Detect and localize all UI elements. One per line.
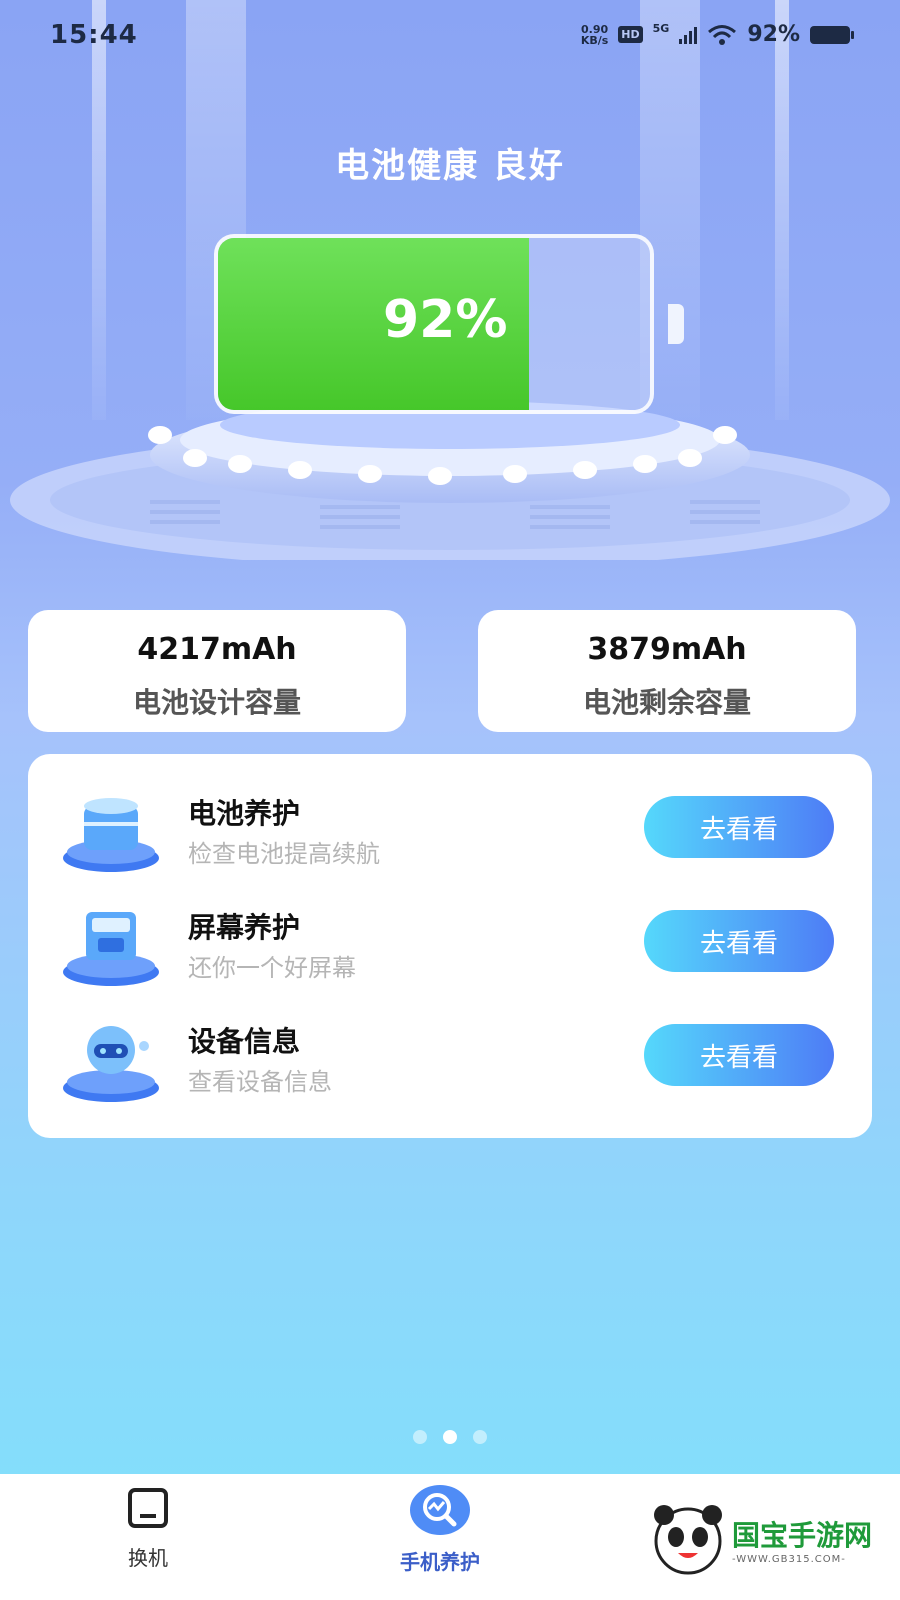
page-dot[interactable]: [413, 1430, 427, 1444]
battery-body: 92%: [214, 234, 654, 414]
network-type: 5G: [652, 22, 670, 35]
page-indicator: [0, 1430, 900, 1444]
battery-terminal: [668, 304, 684, 344]
page-dot[interactable]: [473, 1430, 487, 1444]
tab-label: 换机: [128, 1546, 168, 1570]
function-row-device-info: 设备信息 查看设备信息 去看看: [28, 1012, 872, 1112]
speed-value: 0.90: [580, 22, 609, 36]
design-capacity-card: 4217mAh 电池设计容量: [28, 610, 406, 732]
design-capacity-label: 电池设计容量: [132, 686, 301, 719]
network-speed: 0.90 KB/s: [581, 24, 608, 46]
tab-label: 手机养护: [400, 1550, 480, 1574]
cell-signal-icon: [679, 26, 698, 44]
battery-care-icon: [63, 798, 159, 872]
remaining-capacity-value: 3879mAh: [587, 632, 747, 667]
functions-panel: 电池养护 检查电池提高续航 去看看 屏幕养护 还你一个好屏幕 去看看 设备信息 …: [28, 754, 872, 1138]
battery-health-title: 电池健康 良好: [335, 146, 565, 186]
status-time: 15:44: [50, 20, 138, 50]
function-title: 电池养护: [188, 797, 301, 830]
battery-percent-text: 92%: [747, 22, 800, 47]
device-info-icon: [63, 1026, 159, 1102]
status-bar: 15:44 0.90 KB/s HD 5G 92%: [0, 0, 900, 76]
hd-icon: HD: [618, 26, 643, 43]
design-capacity-value: 4217mAh: [137, 632, 297, 667]
panda-logo-icon: [654, 1505, 722, 1575]
device-info-go-button[interactable]: 去看看: [644, 1024, 834, 1086]
battery-graphic: 92%: [214, 234, 684, 414]
function-row-screen-care: 屏幕养护 还你一个好屏幕 去看看: [28, 898, 872, 998]
phone-switch-icon: [128, 1488, 168, 1528]
page-dot-active[interactable]: [443, 1430, 457, 1444]
battery-care-go-button[interactable]: 去看看: [644, 796, 834, 858]
remaining-capacity-card: 3879mAh 电池剩余容量: [478, 610, 856, 732]
function-subtitle: 还你一个好屏幕: [188, 954, 356, 982]
function-subtitle: 检查电池提高续航: [188, 840, 380, 868]
battery-icon: [810, 25, 854, 44]
tab-phone-switch[interactable]: 换机: [78, 1484, 218, 1571]
function-title: 设备信息: [188, 1025, 301, 1058]
function-row-battery-care: 电池养护 检查电池提高续航 去看看: [28, 784, 872, 884]
watermark-text: 国宝手游网: [732, 1518, 873, 1552]
phone-care-icon: [410, 1485, 470, 1535]
watermark: 国宝手游网 -WWW.GB315.COM-: [650, 1478, 900, 1600]
battery-percent-label: 92%: [383, 290, 508, 350]
remaining-capacity-label: 电池剩余容量: [582, 686, 751, 719]
function-subtitle: 查看设备信息: [188, 1068, 332, 1096]
wifi-icon: [708, 24, 737, 45]
function-title: 屏幕养护: [188, 911, 301, 944]
screen-care-icon: [63, 912, 159, 986]
speed-unit: KB/s: [580, 33, 609, 47]
watermark-url: -WWW.GB315.COM-: [732, 1553, 846, 1565]
status-icons: 0.90 KB/s HD 5G 92%: [581, 22, 854, 47]
screen-care-go-button[interactable]: 去看看: [644, 910, 834, 972]
tab-phone-care[interactable]: 手机养护: [370, 1484, 510, 1575]
